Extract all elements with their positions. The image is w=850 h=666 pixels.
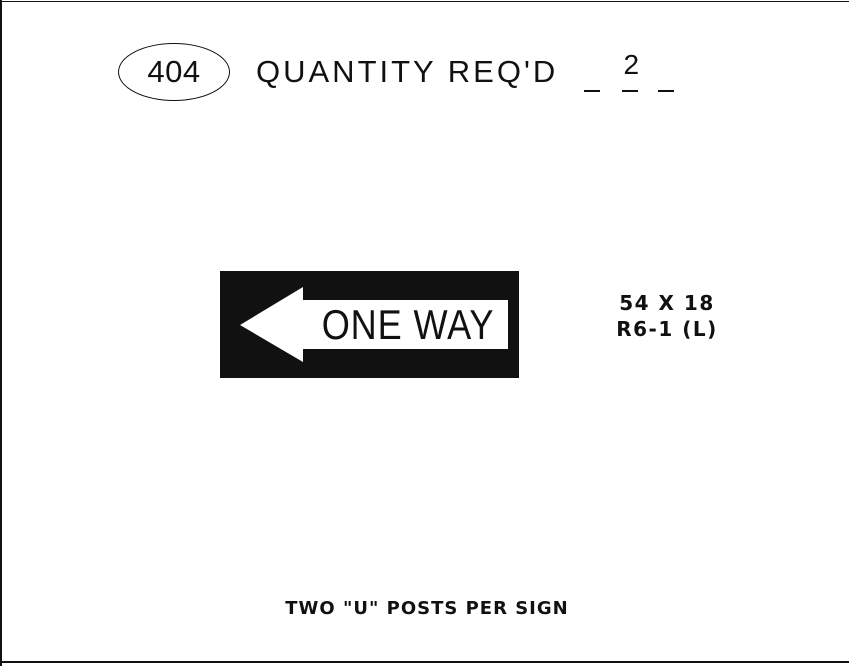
quantity-value: 2 bbox=[623, 49, 640, 80]
blank-underline bbox=[658, 90, 675, 92]
sign-code: R6-1 (L) bbox=[616, 317, 718, 341]
post-note: TWO "U" POSTS PER SIGN bbox=[285, 598, 569, 619]
sign-spec: 54 X 18 R6-1 (L) bbox=[592, 290, 742, 342]
blank-underline bbox=[584, 90, 601, 92]
one-way-sign: ONE WAY bbox=[220, 271, 519, 378]
quantity-label: QUANTITY REQ'D bbox=[256, 54, 559, 89]
sign-legend: ONE WAY bbox=[321, 301, 495, 348]
sign-size: 54 X 18 bbox=[619, 291, 715, 315]
sheet-header: 404 QUANTITY REQ'D 2 bbox=[118, 42, 676, 102]
blank-underline bbox=[622, 90, 639, 92]
quantity-field: 2 bbox=[584, 42, 676, 102]
item-number: 404 bbox=[147, 54, 201, 89]
item-number-badge: 404 bbox=[118, 43, 230, 101]
sign-detail-sheet: 404 QUANTITY REQ'D 2 ONE WAY 54 X 18 R6-… bbox=[1, 1, 849, 663]
